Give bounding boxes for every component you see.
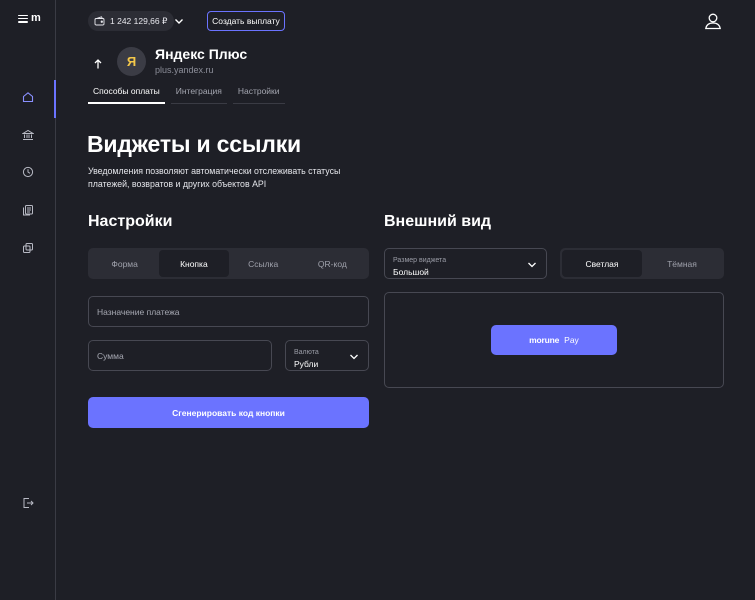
merchant-name: Яндекс Плюс — [155, 46, 248, 62]
copy-icon — [23, 243, 33, 253]
widget-size-label: Размер виджета — [393, 257, 447, 264]
preview-brand: morune — [529, 335, 560, 345]
history-icon — [22, 166, 34, 178]
documents-icon — [23, 205, 33, 216]
theme-selector: Светлая Тёмная — [560, 248, 724, 279]
sidebar-active-indicator — [54, 80, 56, 118]
tab-integration[interactable]: Интеграция — [170, 84, 227, 104]
generate-code-button[interactable]: Сгенерировать код кнопки — [88, 397, 369, 428]
back-arrow-icon[interactable] — [92, 58, 104, 70]
currency-select[interactable]: Валюта Рубли — [285, 340, 369, 371]
page-title: Виджеты и ссылки — [87, 131, 301, 157]
bank-icon — [22, 129, 34, 140]
balance-amount: 1 242 129,66 ₽ — [110, 15, 168, 26]
preview-pay-button[interactable]: morune Pay — [491, 325, 617, 355]
appearance-title: Внешний вид — [384, 213, 492, 230]
logout-button[interactable] — [0, 488, 56, 518]
wallet-icon — [94, 16, 105, 26]
segment-button[interactable]: Кнопка — [159, 250, 229, 277]
tab-payment-methods[interactable]: Способы оплаты — [88, 84, 165, 104]
currency-value: Рубли — [294, 359, 319, 369]
balance-pill[interactable]: 1 242 129,66 ₽ — [88, 11, 175, 31]
chevron-down-icon — [528, 262, 536, 268]
app-logo: m — [31, 12, 41, 24]
widget-size-select[interactable]: Размер виджета Большой — [384, 248, 547, 279]
sidebar-item-history[interactable] — [0, 157, 56, 187]
chevron-down-icon — [350, 354, 358, 360]
page-description: Уведомления позволяют автоматически отсл… — [88, 166, 341, 189]
settings-title: Настройки — [88, 213, 173, 230]
sidebar-item-bank[interactable] — [0, 120, 56, 150]
sidebar-item-documents[interactable] — [0, 195, 56, 225]
create-payout-button[interactable]: Создать выплату — [207, 11, 285, 31]
segment-form[interactable]: Форма — [90, 250, 159, 277]
sidebar-item-home[interactable] — [0, 82, 56, 112]
sidebar-item-copy[interactable] — [0, 233, 56, 263]
sidebar: m — [0, 0, 56, 600]
merchant-avatar: Я — [117, 47, 146, 76]
profile-icon[interactable] — [704, 12, 722, 30]
payment-purpose-input[interactable]: Назначение платежа — [88, 296, 369, 327]
theme-dark[interactable]: Тёмная — [642, 250, 722, 277]
widget-preview: morune Pay — [384, 292, 724, 388]
widget-size-value: Большой — [393, 267, 429, 277]
home-icon — [22, 92, 34, 103]
currency-label: Валюта — [294, 349, 319, 356]
segment-link[interactable]: Ссылка — [229, 250, 298, 277]
segment-qr[interactable]: QR-код — [298, 250, 367, 277]
widget-type-selector: Форма Кнопка Ссылка QR-код — [88, 248, 369, 279]
menu-toggle[interactable]: m — [18, 12, 41, 24]
balance-chevron-down-icon[interactable] — [173, 15, 185, 27]
preview-pay-label: Pay — [564, 335, 579, 345]
hamburger-icon — [18, 14, 28, 23]
tab-settings[interactable]: Настройки — [232, 84, 285, 104]
merchant-url: plus.yandex.ru — [155, 65, 214, 75]
theme-light[interactable]: Светлая — [562, 250, 642, 277]
amount-input[interactable]: Сумма — [88, 340, 272, 371]
logout-icon — [23, 498, 34, 508]
merchant-tabs: Способы оплаты Интеграция Настройки — [88, 84, 285, 104]
